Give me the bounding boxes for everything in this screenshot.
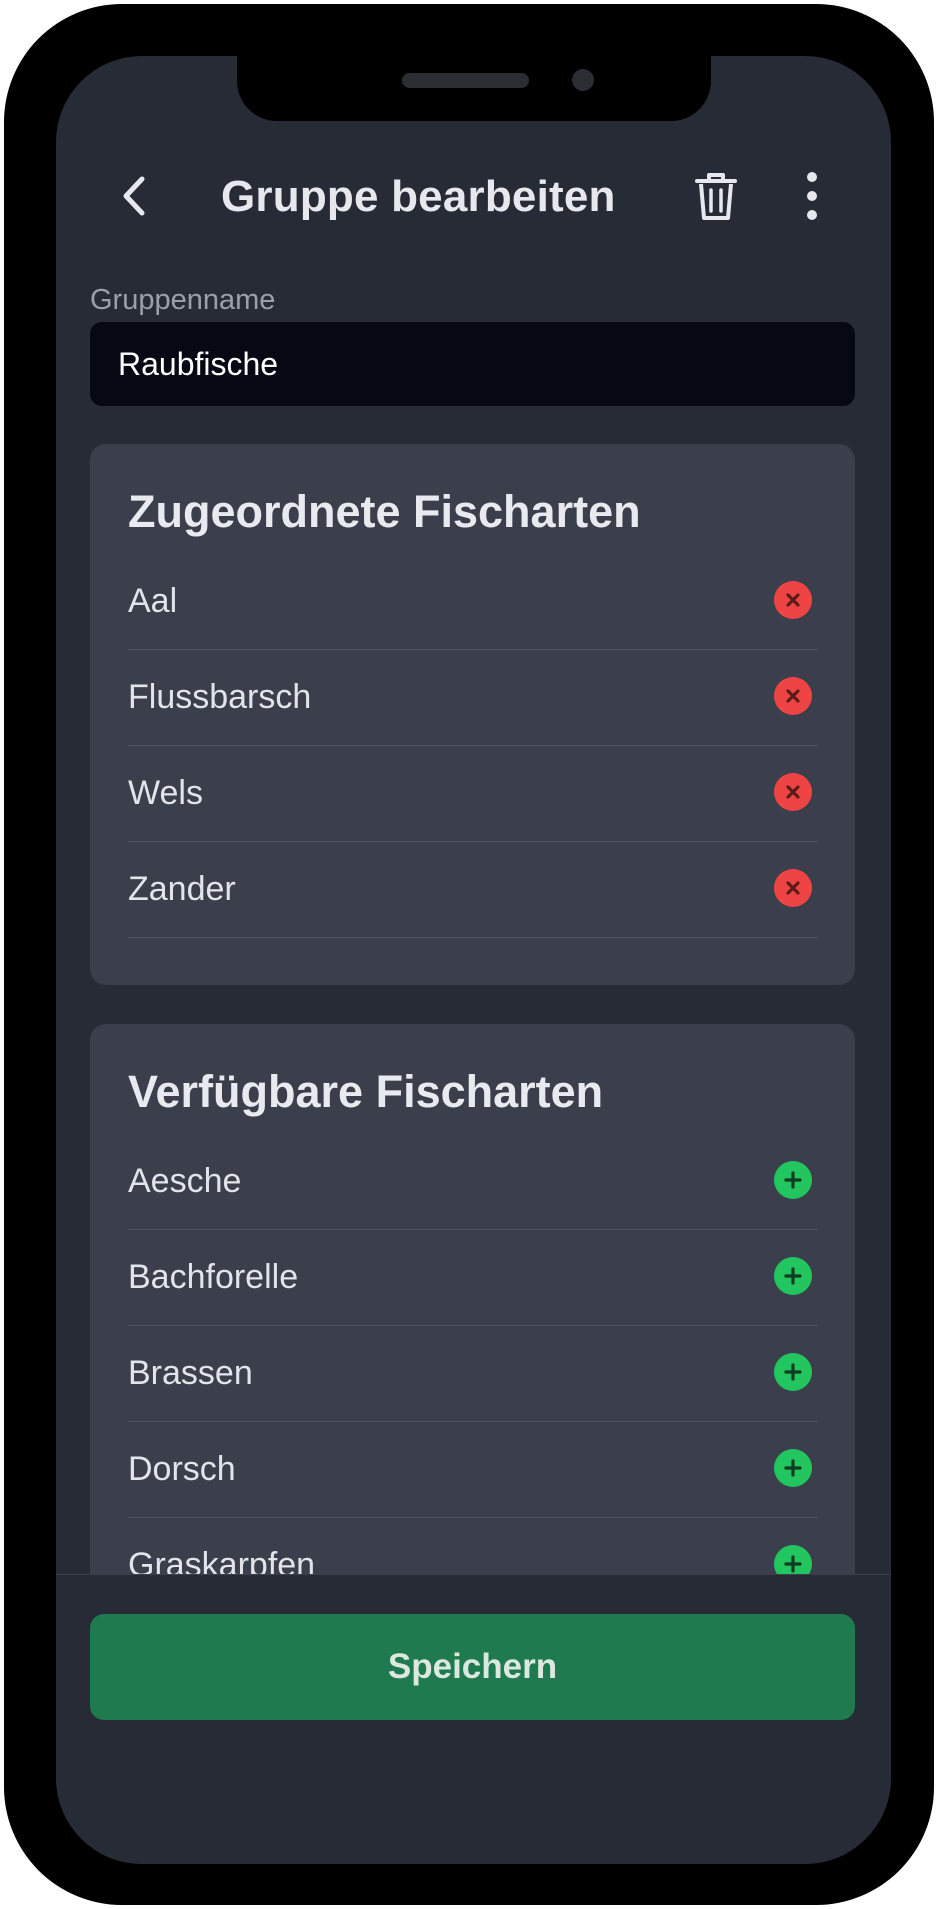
available-species-title: Verfügbare Fischarten bbox=[128, 1066, 604, 1117]
speaker-grille bbox=[402, 73, 529, 88]
remove-species-button[interactable] bbox=[774, 869, 812, 907]
plus-icon bbox=[784, 1363, 802, 1381]
species-label: Aesche bbox=[128, 1162, 242, 1200]
save-button[interactable]: Speichern bbox=[90, 1614, 855, 1720]
group-name-input[interactable] bbox=[90, 322, 855, 406]
close-icon bbox=[786, 593, 800, 607]
back-button[interactable] bbox=[108, 167, 166, 225]
plus-icon bbox=[784, 1267, 802, 1285]
plus-icon bbox=[784, 1171, 802, 1189]
notch bbox=[237, 56, 711, 121]
save-button-label: Speichern bbox=[387, 1647, 558, 1686]
more-options-button[interactable] bbox=[792, 168, 832, 224]
assigned-species-list: Aal Flussbarsch Wels Zander bbox=[128, 554, 818, 938]
species-label: Bachforelle bbox=[128, 1258, 299, 1296]
list-item: Flussbarsch bbox=[128, 650, 818, 746]
bottom-action-bar: Speichern bbox=[56, 1574, 891, 1864]
chevron-left-icon bbox=[123, 176, 145, 216]
app-screen: Gruppe bearbeiten Gruppenname Raubfische… bbox=[56, 56, 891, 1864]
species-label: Brassen bbox=[128, 1354, 253, 1392]
available-species-list: Aesche Bachforelle Brassen Dorsch Graska… bbox=[128, 1134, 818, 1614]
species-label: Aal bbox=[128, 582, 178, 620]
app-header: Gruppe bearbeiten bbox=[56, 146, 891, 246]
remove-species-button[interactable] bbox=[774, 677, 812, 715]
delete-group-button[interactable] bbox=[688, 168, 744, 224]
front-camera bbox=[572, 69, 594, 91]
species-label: Flussbarsch bbox=[128, 678, 312, 716]
phone-frame: Gruppe bearbeiten Gruppenname Raubfische… bbox=[4, 4, 934, 1905]
add-species-button[interactable] bbox=[774, 1353, 812, 1391]
assigned-species-card: Zugeordnete Fischarten Aal Flussbarsch W… bbox=[90, 444, 855, 985]
assigned-species-title: Zugeordnete Fischarten bbox=[128, 486, 641, 537]
close-icon bbox=[786, 689, 800, 703]
list-item: Aesche bbox=[128, 1134, 818, 1230]
species-label: Dorsch bbox=[128, 1450, 236, 1488]
available-species-card: Verfügbare Fischarten Aesche Bachforelle… bbox=[90, 1024, 855, 1624]
page-title: Gruppe bearbeiten bbox=[221, 172, 616, 221]
add-species-button[interactable] bbox=[774, 1161, 812, 1199]
close-icon bbox=[786, 785, 800, 799]
trash-icon bbox=[695, 173, 737, 220]
list-item: Brassen bbox=[128, 1326, 818, 1422]
add-species-button[interactable] bbox=[774, 1449, 812, 1487]
remove-species-button[interactable] bbox=[774, 581, 812, 619]
list-item: Zander bbox=[128, 842, 818, 938]
plus-icon bbox=[784, 1459, 802, 1477]
remove-species-button[interactable] bbox=[774, 773, 812, 811]
list-item: Bachforelle bbox=[128, 1230, 818, 1326]
more-vertical-icon bbox=[807, 172, 817, 220]
species-label: Wels bbox=[128, 774, 203, 812]
group-name-label: Gruppenname bbox=[90, 284, 276, 316]
list-item: Dorsch bbox=[128, 1422, 818, 1518]
add-species-button[interactable] bbox=[774, 1257, 812, 1295]
list-item: Aal bbox=[128, 554, 818, 650]
close-icon bbox=[786, 881, 800, 895]
list-item: Wels bbox=[128, 746, 818, 842]
species-label: Zander bbox=[128, 870, 236, 908]
